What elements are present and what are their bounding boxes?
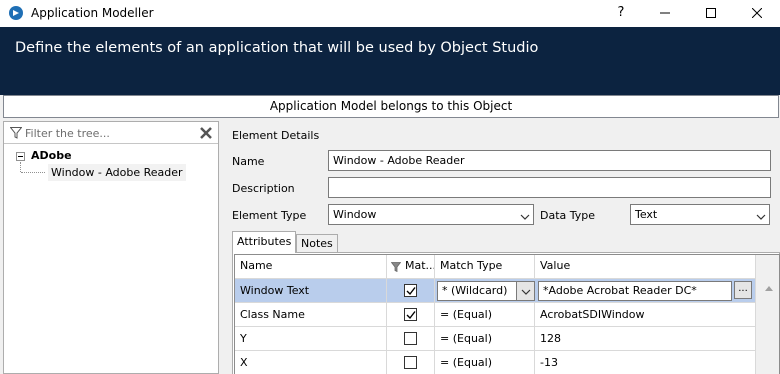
- model-owner-header: Application Model belongs to this Object: [3, 95, 779, 118]
- attribute-value[interactable]: AcrobatSDIWindow: [535, 303, 755, 327]
- attribute-name: Window Text: [235, 279, 387, 303]
- element-details-heading: Element Details: [232, 129, 320, 142]
- blueprism-app-icon: [8, 5, 24, 21]
- attribute-name: Class Name: [235, 303, 387, 327]
- filter-icon: [391, 262, 401, 272]
- table-row[interactable]: Window Text * (Wildcard) *Adobe Acrobat …: [235, 279, 779, 303]
- match-cell: [387, 303, 435, 327]
- match-type-value: * (Wildcard): [442, 284, 508, 297]
- match-cell: [387, 279, 435, 303]
- match-type-value[interactable]: = (Equal): [435, 351, 535, 374]
- element-type-value: Window: [333, 208, 377, 221]
- element-tree-pane: ADobe Window - Adobe Reader: [3, 121, 219, 374]
- match-checkbox[interactable]: [404, 356, 417, 369]
- maximize-button[interactable]: [688, 0, 734, 27]
- column-header-match[interactable]: Mat...: [387, 255, 435, 279]
- match-checkbox[interactable]: [404, 332, 417, 345]
- clear-filter-icon[interactable]: [199, 126, 213, 143]
- description-label: Description: [232, 182, 295, 195]
- collapse-icon[interactable]: [16, 152, 25, 161]
- help-button[interactable]: ?: [598, 0, 644, 27]
- vertical-scrollbar[interactable]: [755, 255, 779, 374]
- attribute-name: Y: [235, 327, 387, 351]
- column-header-name[interactable]: Name: [235, 255, 387, 279]
- column-header-value[interactable]: Value: [535, 255, 755, 279]
- name-field[interactable]: Window - Adobe Reader: [328, 150, 771, 171]
- minimize-icon: [660, 12, 670, 14]
- tree-connector: [21, 172, 45, 173]
- tree-child-node[interactable]: Window - Adobe Reader: [48, 164, 186, 181]
- match-type-value[interactable]: = (Equal): [435, 303, 535, 327]
- tree-filter-row: [4, 122, 218, 144]
- attribute-name: X: [235, 351, 387, 374]
- data-type-select[interactable]: Text: [630, 204, 770, 225]
- table-row[interactable]: Class Name = (Equal) AcrobatSDIWindow: [235, 303, 779, 327]
- match-type-select[interactable]: * (Wildcard): [437, 281, 535, 301]
- match-type-value[interactable]: = (Equal): [435, 327, 535, 351]
- title-bar: Application Modeller ?: [0, 0, 780, 27]
- description-field[interactable]: [328, 177, 771, 198]
- ellipsis-button[interactable]: ...: [734, 281, 752, 299]
- match-cell: [387, 351, 435, 374]
- match-checkbox[interactable]: [404, 308, 417, 321]
- tree-filter-input[interactable]: [25, 125, 195, 141]
- minimize-button[interactable]: [642, 0, 688, 27]
- close-button[interactable]: [734, 0, 780, 27]
- chevron-down-icon: [520, 210, 530, 225]
- scroll-up-icon: [765, 286, 773, 291]
- tree-connector: [20, 162, 21, 172]
- column-header-match-type[interactable]: Match Type: [435, 255, 535, 279]
- attributes-grid: Name Mat... Match Type Value Window Text…: [234, 254, 780, 374]
- name-label: Name: [232, 155, 265, 168]
- element-type-select[interactable]: Window: [328, 204, 534, 225]
- tree-root-node[interactable]: ADobe: [31, 149, 72, 162]
- attribute-value[interactable]: 128: [535, 327, 755, 351]
- tab-notes[interactable]: Notes: [296, 234, 338, 253]
- element-type-label: Element Type: [232, 209, 307, 222]
- chevron-down-icon: [756, 210, 766, 225]
- banner-text: Define the elements of an application th…: [15, 40, 539, 56]
- match-checkbox[interactable]: [404, 284, 417, 297]
- match-cell: [387, 327, 435, 351]
- column-header-match-label: Mat...: [405, 259, 435, 272]
- close-icon: [751, 7, 763, 19]
- header-banner: Define the elements of an application th…: [0, 27, 780, 95]
- filter-icon: [9, 127, 23, 142]
- chevron-down-icon: [516, 282, 534, 300]
- tab-attributes[interactable]: Attributes: [232, 231, 297, 253]
- table-row[interactable]: X = (Equal) -13: [235, 351, 779, 374]
- checkmark-icon: [406, 287, 416, 296]
- grid-header-row: Name Mat... Match Type Value: [235, 255, 779, 279]
- checkmark-icon: [406, 311, 416, 320]
- data-type-value: Text: [635, 208, 658, 221]
- maximize-icon: [706, 8, 716, 18]
- window-title: Application Modeller: [31, 6, 154, 20]
- attribute-value[interactable]: -13: [535, 351, 755, 374]
- data-type-label: Data Type: [540, 209, 596, 222]
- attribute-value-input[interactable]: *Adobe Acrobat Reader DC*: [538, 281, 732, 301]
- table-row[interactable]: Y = (Equal) 128: [235, 327, 779, 351]
